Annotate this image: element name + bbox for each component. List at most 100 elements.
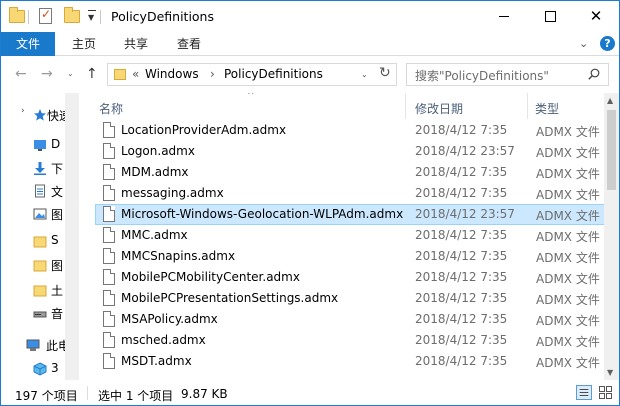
scroll-up-icon[interactable]: ▲ — [607, 96, 613, 105]
divider — [87, 386, 88, 400]
navigation-bar: ← → ⌄ ↑ « Windows › PolicyDefinitions ⌄ … — [1, 57, 619, 93]
file-row[interactable]: MSDT.admx 2018/4/12 7:35 ADMX 文件 — [95, 351, 604, 372]
sort-ascending-icon: ^ — [247, 93, 255, 101]
breadcrumb-windows[interactable]: Windows — [145, 67, 199, 81]
document-icon — [103, 227, 115, 243]
file-row[interactable]: MMCSnapins.admx 2018/4/12 7:35 ADMX 文件 — [95, 246, 604, 267]
document-icon — [103, 353, 115, 369]
navpane-item-pictures[interactable]: 图 — [1, 203, 65, 225]
document-icon — [103, 311, 115, 327]
desktop-icon — [34, 140, 46, 151]
column-divider[interactable] — [405, 93, 406, 119]
tab-share[interactable]: 共享 — [124, 32, 148, 56]
file-row-selected[interactable]: Microsoft-Windows-Geolocation-WLPAdm.adm… — [95, 204, 604, 225]
document-icon — [103, 164, 115, 180]
expand-ribbon-icon[interactable]: ⌄ — [579, 37, 588, 50]
file-row[interactable]: Logon.admx 2018/4/12 23:57 ADMX 文件 — [95, 141, 604, 162]
breadcrumb-policydefinitions[interactable]: PolicyDefinitions — [224, 67, 323, 81]
column-date[interactable]: 修改日期 — [415, 100, 463, 117]
ribbon-tabs: 文件 主页 共享 查看 ⌄ ? — [1, 32, 619, 56]
folder-icon — [9, 7, 25, 24]
navpane-item-music[interactable]: 音 — [1, 302, 65, 324]
file-row[interactable]: MDM.admx 2018/4/12 7:35 ADMX 文件 — [95, 162, 604, 183]
window-title: PolicyDefinitions — [111, 9, 214, 24]
navpane-item-folder-s[interactable]: S — [1, 230, 65, 252]
quick-access-dropdown-icon[interactable]: ▼ — [88, 10, 97, 22]
file-row[interactable]: LocationProviderAdm.admx 2018/4/12 7:35 … — [95, 120, 604, 141]
folder-icon — [114, 69, 126, 80]
address-bar[interactable]: « Windows › PolicyDefinitions ⌄ ↻ — [107, 63, 397, 86]
selection-count: 选中 1 个项目 — [98, 389, 174, 403]
download-icon — [34, 162, 46, 175]
file-row[interactable]: MobilePCMobilityCenter.admx 2018/4/12 7:… — [95, 267, 604, 288]
document-icon — [103, 248, 115, 264]
details-view-icon[interactable] — [576, 385, 592, 400]
navpane-item-quick-access[interactable]: › 快速 — [1, 104, 65, 126]
folder-icon — [33, 236, 47, 248]
refresh-icon[interactable]: ↻ — [379, 65, 391, 81]
recent-locations-dropdown-icon[interactable]: ⌄ — [67, 69, 74, 78]
expand-arrow-icon[interactable]: › — [21, 106, 25, 116]
star-icon — [34, 109, 46, 121]
navpane-scrollbar[interactable] — [65, 93, 79, 380]
search-icon[interactable] — [588, 68, 600, 80]
search-box[interactable]: 搜索"PolicyDefinitions" — [406, 63, 609, 86]
document-icon — [103, 290, 115, 306]
minimize-button[interactable] — [481, 1, 527, 31]
address-dropdown-icon[interactable]: ⌄ — [361, 70, 368, 79]
document-icon — [103, 332, 115, 348]
close-button[interactable]: ✕ — [573, 1, 619, 31]
file-row[interactable]: msched.admx 2018/4/12 7:35 ADMX 文件 — [95, 330, 604, 351]
address-overflow[interactable]: « — [132, 67, 139, 81]
help-icon[interactable]: ? — [600, 36, 615, 51]
cube-icon — [33, 362, 47, 376]
chevron-right-icon[interactable]: › — [210, 67, 215, 81]
computer-icon — [26, 339, 40, 351]
navpane-item-documents[interactable]: 文 — [1, 180, 65, 202]
maximize-button[interactable] — [527, 1, 573, 31]
navpane-item-folder-pictures[interactable]: 图 — [1, 254, 65, 276]
folder-icon — [33, 285, 47, 297]
document-icon — [103, 269, 115, 285]
large-icons-view-icon[interactable] — [598, 385, 613, 400]
divider — [28, 10, 29, 24]
column-name[interactable]: 名称 — [99, 100, 123, 117]
scrollbar-thumb[interactable] — [607, 110, 616, 190]
search-input[interactable]: 搜索"PolicyDefinitions" — [415, 67, 549, 84]
file-row[interactable]: MobilePCPresentationSettings.admx 2018/4… — [95, 288, 604, 309]
navpane-item-3d-objects[interactable]: 3 — [1, 358, 65, 380]
file-row[interactable]: messaging.admx 2018/4/12 7:35 ADMX 文件 — [95, 183, 604, 204]
tab-view[interactable]: 查看 — [177, 32, 201, 56]
divider — [100, 10, 101, 24]
up-button[interactable]: ↑ — [86, 66, 98, 82]
column-divider[interactable] — [527, 93, 528, 119]
forward-button[interactable]: → — [41, 66, 53, 82]
document-icon — [103, 206, 115, 222]
back-button[interactable]: ← — [15, 66, 27, 82]
file-list-scrollbar[interactable]: ▲ ▼ — [604, 93, 619, 380]
document-icon — [103, 185, 115, 201]
document-icon — [103, 143, 115, 159]
column-type[interactable]: 类型 — [535, 100, 559, 117]
pictures-icon — [33, 208, 47, 220]
explorer-window: ▼ PolicyDefinitions ✕ 文件 主页 共享 查看 ⌄ ? ← … — [0, 0, 620, 406]
file-list: ^ 名称 修改日期 类型 LocationProviderAdm.admx 20… — [79, 93, 604, 380]
navpane-item-this-pc[interactable]: 此电 — [1, 334, 65, 356]
new-folder-icon[interactable] — [64, 7, 80, 24]
status-bar: 197 个项目 选中 1 个项目 9.87 KB — [1, 380, 619, 405]
file-row[interactable]: MSAPolicy.admx 2018/4/12 7:35 ADMX 文件 — [95, 309, 604, 330]
navpane-item-downloads[interactable]: 下 — [1, 157, 65, 179]
tab-file[interactable]: 文件 — [1, 32, 55, 56]
properties-icon[interactable] — [39, 7, 52, 24]
navigation-pane: › 快速 D 下 文 图 S 图 土 — [1, 93, 65, 380]
documents-icon — [35, 184, 45, 198]
item-count: 197 个项目 — [15, 389, 78, 403]
column-headers: ^ 名称 修改日期 类型 — [79, 93, 604, 119]
file-row[interactable]: MMC.admx 2018/4/12 7:35 ADMX 文件 — [95, 225, 604, 246]
scroll-down-icon[interactable]: ▼ — [607, 368, 613, 377]
tab-home[interactable]: 主页 — [72, 32, 96, 56]
navpane-item-folder-tu[interactable]: 土 — [1, 279, 65, 301]
drive-icon — [33, 311, 47, 318]
navpane-item-desktop[interactable]: D — [1, 134, 65, 156]
document-icon — [103, 122, 115, 138]
